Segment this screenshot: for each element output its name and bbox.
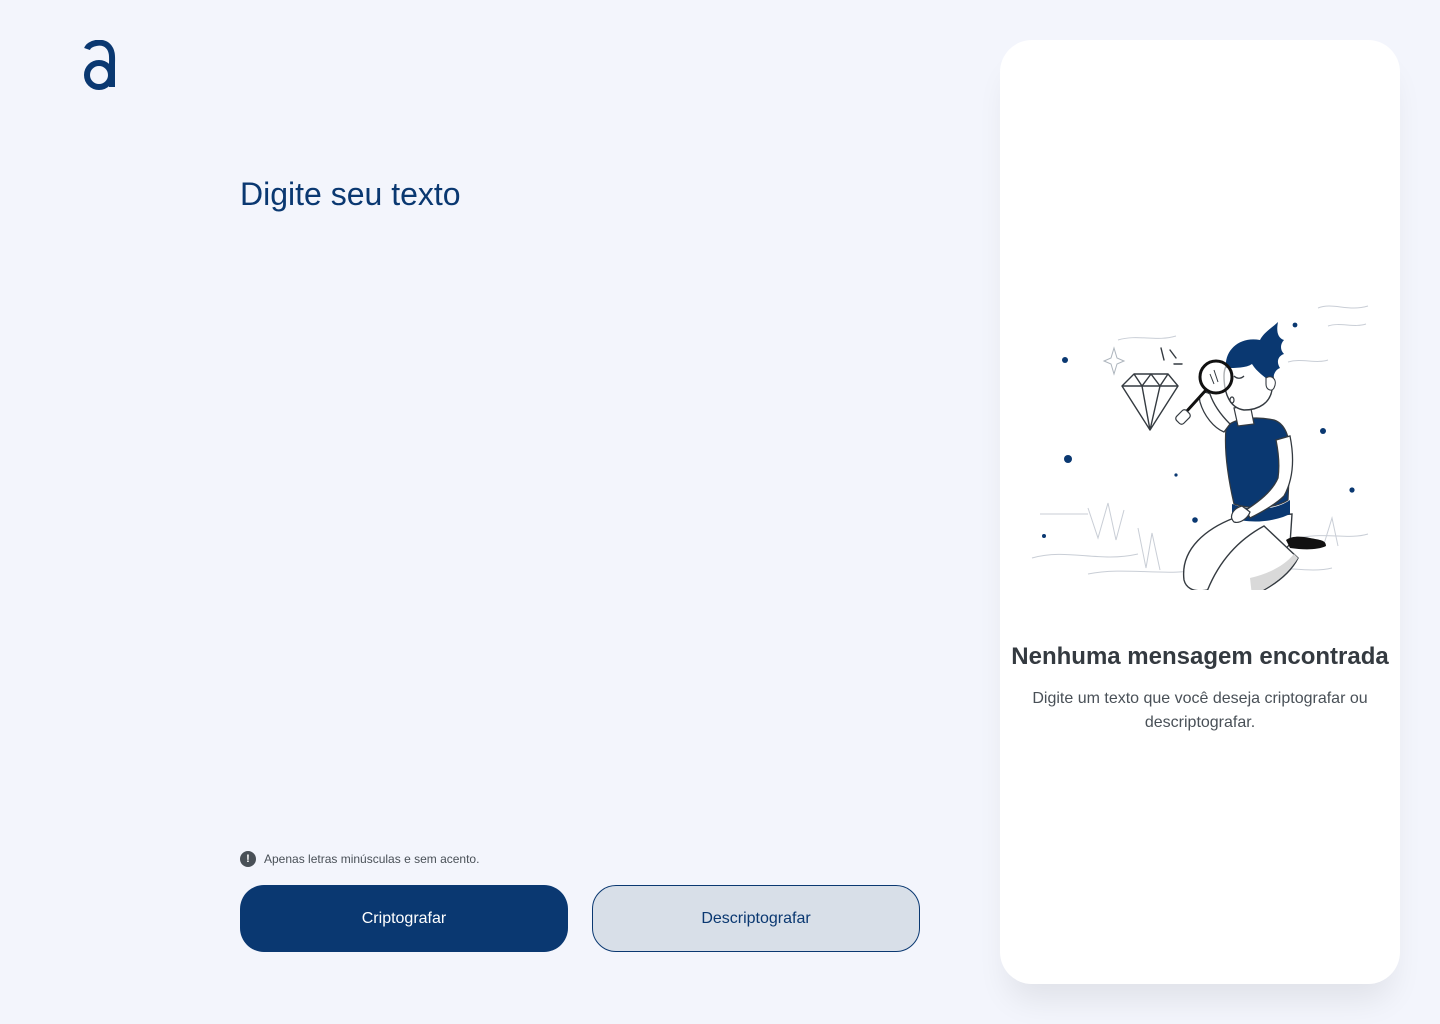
hint-text: Apenas letras minúsculas e sem acento. bbox=[264, 852, 480, 866]
output-panel: Nenhuma mensagem encontrada Digite um te… bbox=[1000, 40, 1400, 984]
empty-state-title: Nenhuma mensagem encontrada bbox=[1011, 643, 1389, 670]
decrypt-button[interactable]: Descriptografar bbox=[592, 885, 920, 952]
text-input[interactable] bbox=[240, 170, 920, 810]
person-magnifying-glass-diamond-illustration bbox=[1028, 278, 1372, 602]
exclamation-circle-icon: ! bbox=[240, 851, 256, 867]
input-hint: ! Apenas letras minúsculas e sem acento. bbox=[240, 851, 479, 867]
alura-a-logo-icon bbox=[80, 39, 120, 90]
encrypt-button[interactable]: Criptografar bbox=[240, 885, 568, 952]
empty-state-description: Digite um texto que você deseja criptogr… bbox=[1032, 690, 1368, 731]
